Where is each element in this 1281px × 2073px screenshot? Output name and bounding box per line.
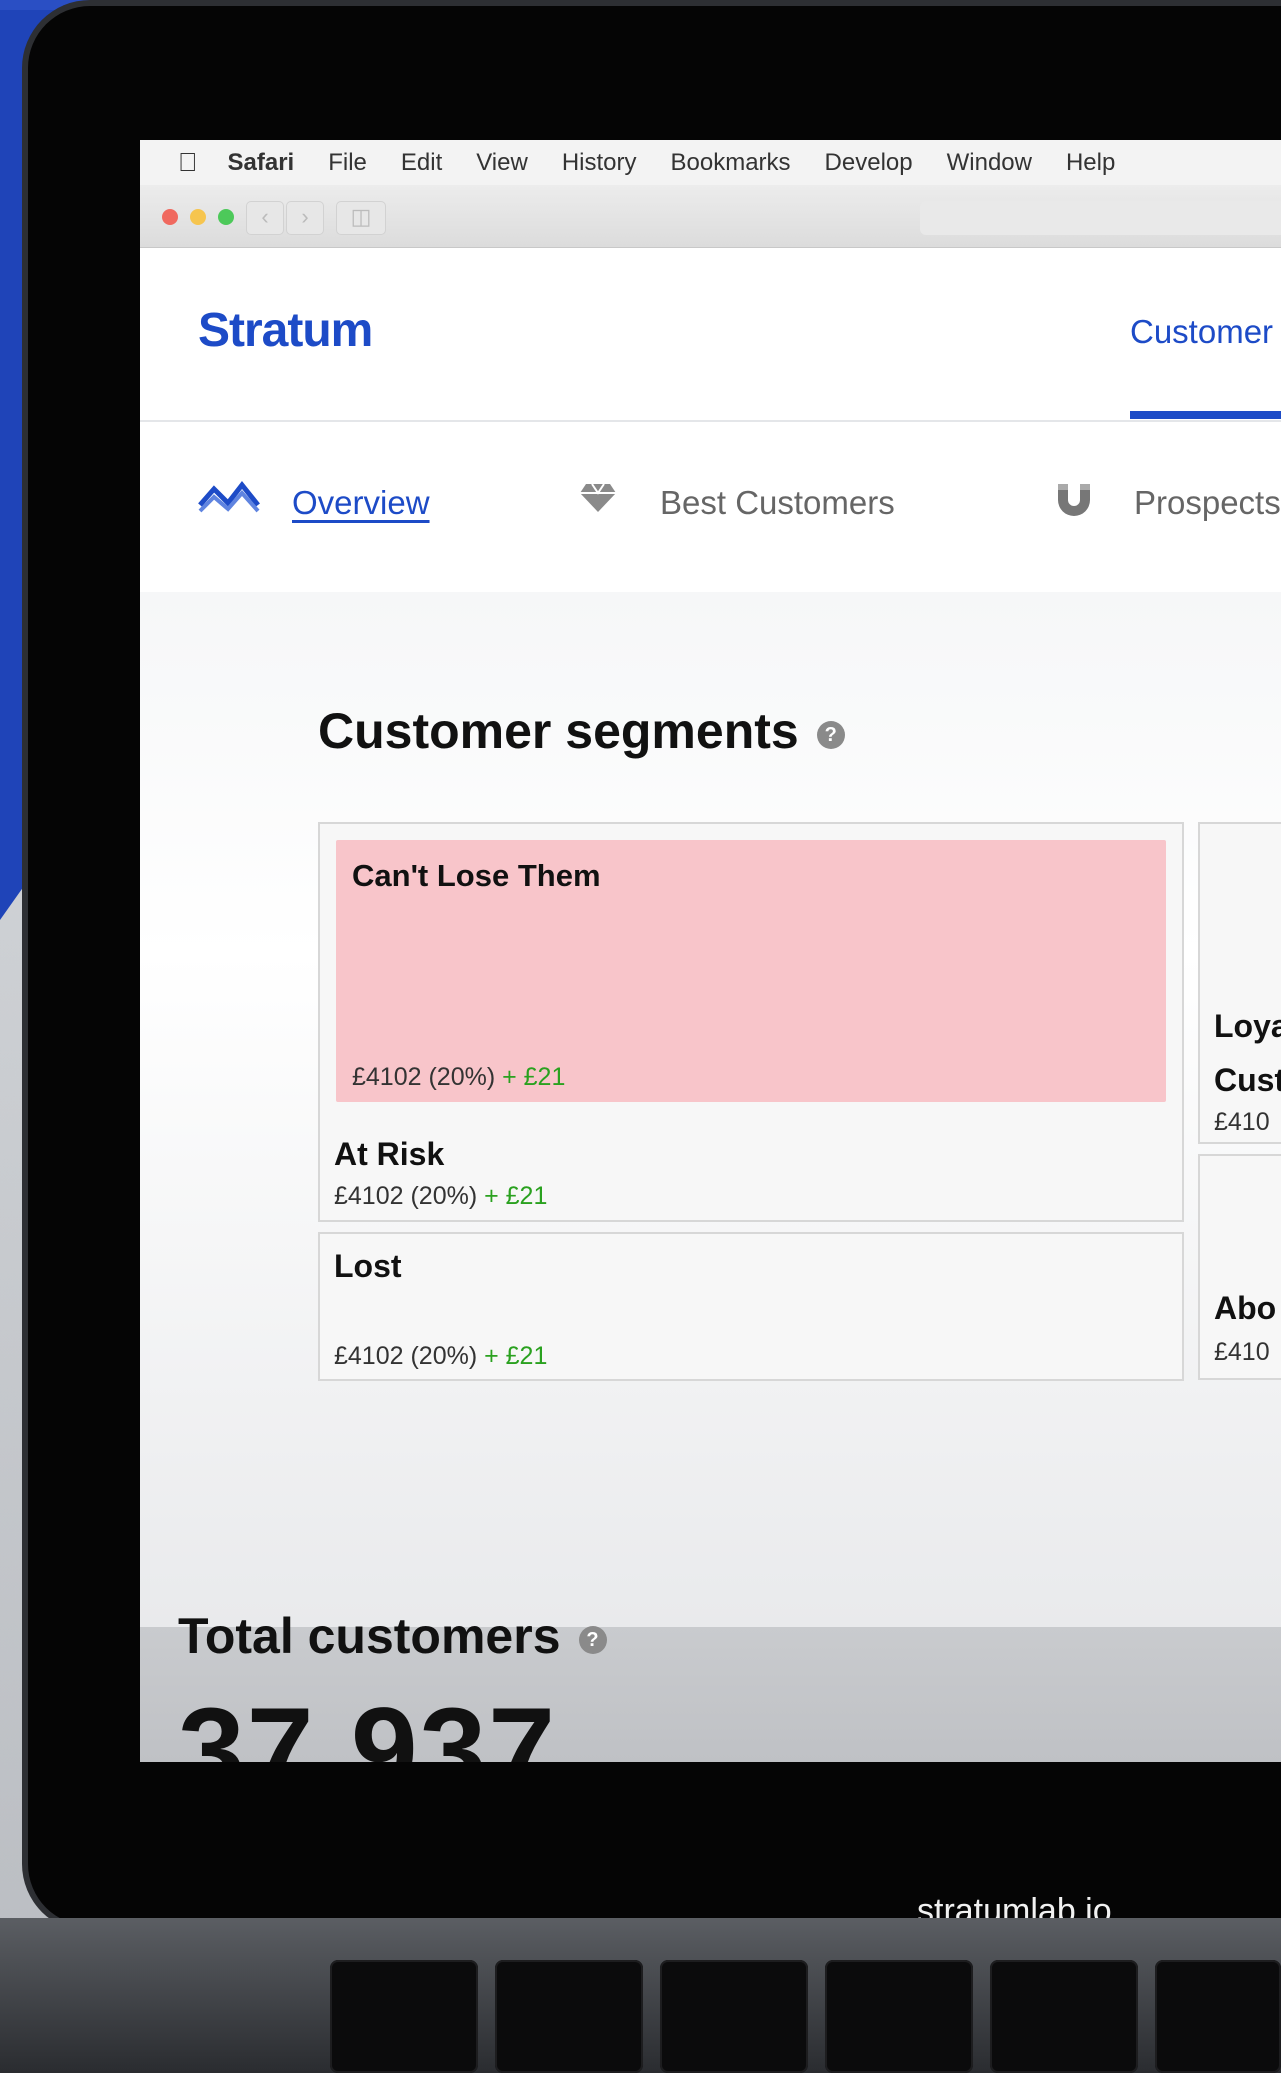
keyboard-key <box>495 1960 643 2073</box>
keyboard-key <box>1155 1960 1281 2073</box>
total-customers-title-text: Total customers <box>178 1608 561 1664</box>
keyboard-key <box>330 1960 478 2073</box>
total-customers-value: 37,937 <box>178 1683 558 1762</box>
keyboard-key <box>825 1960 973 2073</box>
screen-lower-overlay: Total customers? 37,937 <box>140 140 1281 1762</box>
keyboard <box>330 1960 1281 2073</box>
total-customers-title: Total customers? <box>178 1607 607 1665</box>
help-icon[interactable]: ? <box>578 1625 607 1654</box>
keyboard-key <box>660 1960 808 2073</box>
keyboard-key <box>990 1960 1138 2073</box>
